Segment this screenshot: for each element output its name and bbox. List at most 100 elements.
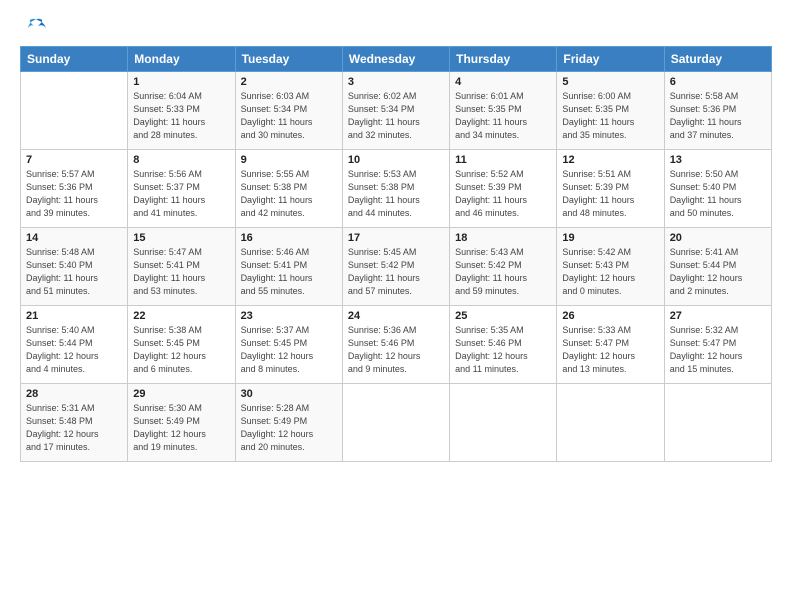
calendar-cell: 3 Sunrise: 6:02 AM Sunset: 5:34 PM Daylig… [342, 72, 449, 150]
day-info: Sunrise: 5:56 AM Sunset: 5:37 PM Dayligh… [133, 168, 229, 220]
day-number: 5 [562, 76, 658, 88]
calendar-cell: 10 Sunrise: 5:53 AM Sunset: 5:38 PM Dayli… [342, 150, 449, 228]
col-header-friday: Friday [557, 47, 664, 72]
calendar-cell: 8 Sunrise: 5:56 AM Sunset: 5:37 PM Daylig… [128, 150, 235, 228]
calendar-cell: 17 Sunrise: 5:45 AM Sunset: 5:42 PM Dayli… [342, 228, 449, 306]
day-number: 18 [455, 232, 551, 244]
day-info: Sunrise: 5:38 AM Sunset: 5:45 PM Dayligh… [133, 324, 229, 376]
calendar-cell: 16 Sunrise: 5:46 AM Sunset: 5:41 PM Dayli… [235, 228, 342, 306]
calendar-cell: 13Sunrise: 5:50 AM Sunset: 5:40 PM Dayli… [664, 150, 771, 228]
day-info: Sunrise: 5:48 AM Sunset: 5:40 PM Dayligh… [26, 246, 122, 298]
day-info: Sunrise: 6:00 AM Sunset: 5:35 PM Dayligh… [562, 90, 658, 142]
day-info: Sunrise: 5:40 AM Sunset: 5:44 PM Dayligh… [26, 324, 122, 376]
page-container: SundayMondayTuesdayWednesdayThursdayFrid… [0, 0, 792, 472]
calendar-cell: 27 Sunrise: 5:32 AM Sunset: 5:47 PM Dayli… [664, 306, 771, 384]
calendar-cell: 24 Sunrise: 5:36 AM Sunset: 5:46 PM Dayli… [342, 306, 449, 384]
calendar-cell [21, 72, 128, 150]
calendar-week-3: 14 Sunrise: 5:48 AM Sunset: 5:40 PM Dayli… [21, 228, 772, 306]
day-number: 6 [670, 76, 766, 88]
day-number: 23 [241, 310, 337, 322]
day-number: 16 [241, 232, 337, 244]
calendar-cell: 15Sunrise: 5:47 AM Sunset: 5:41 PM Dayli… [128, 228, 235, 306]
day-number: 11 [455, 154, 551, 166]
day-number: 10 [348, 154, 444, 166]
calendar-week-4: 21 Sunrise: 5:40 AM Sunset: 5:44 PM Dayli… [21, 306, 772, 384]
day-info: Sunrise: 5:43 AM Sunset: 5:42 PM Dayligh… [455, 246, 551, 298]
col-header-tuesday: Tuesday [235, 47, 342, 72]
calendar-cell: 19Sunrise: 5:42 AM Sunset: 5:43 PM Dayli… [557, 228, 664, 306]
col-header-saturday: Saturday [664, 47, 771, 72]
day-info: Sunrise: 5:50 AM Sunset: 5:40 PM Dayligh… [670, 168, 766, 220]
calendar-cell [664, 384, 771, 462]
day-info: Sunrise: 5:58 AM Sunset: 5:36 PM Dayligh… [670, 90, 766, 142]
calendar-cell: 4Sunrise: 6:01 AM Sunset: 5:35 PM Daylig… [450, 72, 557, 150]
day-number: 24 [348, 310, 444, 322]
day-number: 28 [26, 388, 122, 400]
calendar-cell: 11 Sunrise: 5:52 AM Sunset: 5:39 PM Dayli… [450, 150, 557, 228]
day-info: Sunrise: 6:03 AM Sunset: 5:34 PM Dayligh… [241, 90, 337, 142]
day-info: Sunrise: 6:04 AM Sunset: 5:33 PM Dayligh… [133, 90, 229, 142]
calendar-cell: 21 Sunrise: 5:40 AM Sunset: 5:44 PM Dayli… [21, 306, 128, 384]
calendar-cell: 1 Sunrise: 6:04 AM Sunset: 5:33 PM Daylig… [128, 72, 235, 150]
calendar-cell: 14 Sunrise: 5:48 AM Sunset: 5:40 PM Dayli… [21, 228, 128, 306]
day-number: 12 [562, 154, 658, 166]
day-number: 15 [133, 232, 229, 244]
day-number: 29 [133, 388, 229, 400]
day-number: 7 [26, 154, 122, 166]
calendar-cell: 28Sunrise: 5:31 AM Sunset: 5:48 PM Dayli… [21, 384, 128, 462]
calendar-cell: 5 Sunrise: 6:00 AM Sunset: 5:35 PM Daylig… [557, 72, 664, 150]
day-number: 4 [455, 76, 551, 88]
calendar-cell: 18 Sunrise: 5:43 AM Sunset: 5:42 PM Dayli… [450, 228, 557, 306]
day-info: Sunrise: 5:28 AM Sunset: 5:49 PM Dayligh… [241, 402, 337, 454]
calendar-cell: 22Sunrise: 5:38 AM Sunset: 5:45 PM Dayli… [128, 306, 235, 384]
calendar-week-2: 7 Sunrise: 5:57 AM Sunset: 5:36 PM Daylig… [21, 150, 772, 228]
calendar-week-5: 28Sunrise: 5:31 AM Sunset: 5:48 PM Dayli… [21, 384, 772, 462]
day-info: Sunrise: 5:32 AM Sunset: 5:47 PM Dayligh… [670, 324, 766, 376]
calendar-cell: 29 Sunrise: 5:30 AM Sunset: 5:49 PM Dayli… [128, 384, 235, 462]
day-info: Sunrise: 5:46 AM Sunset: 5:41 PM Dayligh… [241, 246, 337, 298]
day-info: Sunrise: 5:53 AM Sunset: 5:38 PM Dayligh… [348, 168, 444, 220]
day-info: Sunrise: 5:57 AM Sunset: 5:36 PM Dayligh… [26, 168, 122, 220]
day-info: Sunrise: 5:51 AM Sunset: 5:39 PM Dayligh… [562, 168, 658, 220]
calendar-cell: 12 Sunrise: 5:51 AM Sunset: 5:39 PM Dayli… [557, 150, 664, 228]
calendar-cell [557, 384, 664, 462]
day-info: Sunrise: 5:45 AM Sunset: 5:42 PM Dayligh… [348, 246, 444, 298]
day-number: 8 [133, 154, 229, 166]
day-info: Sunrise: 6:02 AM Sunset: 5:34 PM Dayligh… [348, 90, 444, 142]
day-number: 14 [26, 232, 122, 244]
header [20, 16, 772, 38]
day-number: 26 [562, 310, 658, 322]
logo [20, 16, 50, 38]
day-number: 27 [670, 310, 766, 322]
day-info: Sunrise: 5:33 AM Sunset: 5:47 PM Dayligh… [562, 324, 658, 376]
day-info: Sunrise: 5:36 AM Sunset: 5:46 PM Dayligh… [348, 324, 444, 376]
day-number: 9 [241, 154, 337, 166]
calendar-cell [342, 384, 449, 462]
logo-bird-icon [22, 16, 50, 44]
day-number: 1 [133, 76, 229, 88]
day-number: 2 [241, 76, 337, 88]
calendar-cell: 26 Sunrise: 5:33 AM Sunset: 5:47 PM Dayli… [557, 306, 664, 384]
day-number: 17 [348, 232, 444, 244]
day-number: 25 [455, 310, 551, 322]
calendar-cell: 9Sunrise: 5:55 AM Sunset: 5:38 PM Daylig… [235, 150, 342, 228]
day-info: Sunrise: 5:35 AM Sunset: 5:46 PM Dayligh… [455, 324, 551, 376]
day-number: 19 [562, 232, 658, 244]
day-info: Sunrise: 5:37 AM Sunset: 5:45 PM Dayligh… [241, 324, 337, 376]
col-header-sunday: Sunday [21, 47, 128, 72]
col-header-monday: Monday [128, 47, 235, 72]
calendar-cell: 20 Sunrise: 5:41 AM Sunset: 5:44 PM Dayli… [664, 228, 771, 306]
calendar-header-row: SundayMondayTuesdayWednesdayThursdayFrid… [21, 47, 772, 72]
calendar-week-1: 1 Sunrise: 6:04 AM Sunset: 5:33 PM Daylig… [21, 72, 772, 150]
day-number: 3 [348, 76, 444, 88]
day-info: Sunrise: 5:41 AM Sunset: 5:44 PM Dayligh… [670, 246, 766, 298]
calendar-cell: 7 Sunrise: 5:57 AM Sunset: 5:36 PM Daylig… [21, 150, 128, 228]
calendar-table: SundayMondayTuesdayWednesdayThursdayFrid… [20, 46, 772, 462]
day-number: 30 [241, 388, 337, 400]
col-header-wednesday: Wednesday [342, 47, 449, 72]
day-info: Sunrise: 5:30 AM Sunset: 5:49 PM Dayligh… [133, 402, 229, 454]
day-number: 21 [26, 310, 122, 322]
day-info: Sunrise: 5:52 AM Sunset: 5:39 PM Dayligh… [455, 168, 551, 220]
day-number: 20 [670, 232, 766, 244]
calendar-cell: 30 Sunrise: 5:28 AM Sunset: 5:49 PM Dayli… [235, 384, 342, 462]
